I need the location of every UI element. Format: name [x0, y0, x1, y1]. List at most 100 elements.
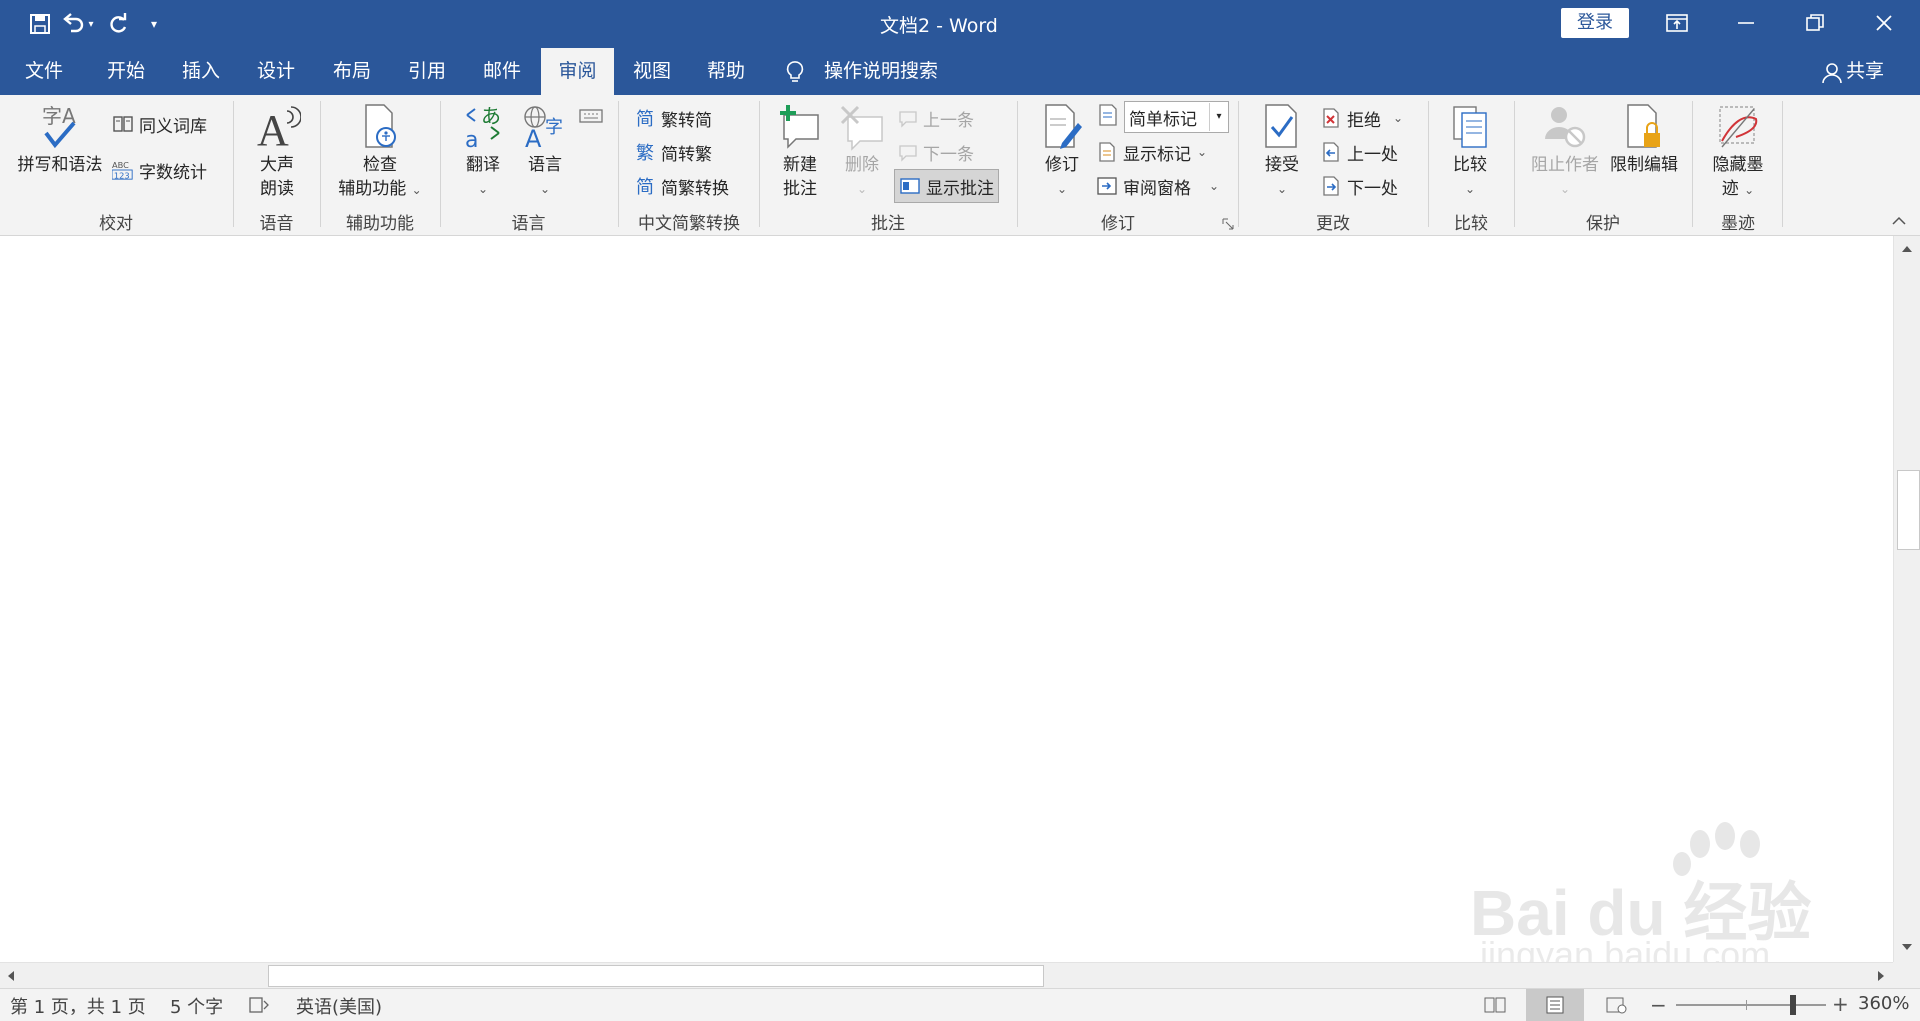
previous-change-button[interactable]: 上一处: [1320, 137, 1398, 167]
delete-comment-icon: [838, 103, 886, 151]
dialog-launcher-icon[interactable]: [1222, 215, 1234, 230]
read-aloud-button[interactable]: A 大声 朗读: [244, 103, 310, 201]
document-canvas[interactable]: Bai du 经验 jingyan.baidu.com: [0, 236, 1893, 975]
restore-icon[interactable]: [1804, 12, 1830, 36]
simplified-to-traditional-label: 简转繁: [661, 144, 712, 165]
chinese-conversion-button[interactable]: 简 简繁转换: [634, 171, 729, 201]
zoom-out-icon[interactable]: −: [1650, 993, 1667, 1017]
keyboard-icon[interactable]: [578, 105, 604, 125]
print-layout-button[interactable]: [1526, 989, 1584, 1021]
new-comment-button[interactable]: 新建 批注: [770, 103, 830, 201]
chevron-down-icon: ▾: [1209, 103, 1228, 131]
tab-home[interactable]: 开始: [92, 48, 160, 95]
next-change-icon: [1320, 175, 1342, 197]
minimize-icon[interactable]: [1735, 12, 1761, 36]
vertical-scroll-thumb[interactable]: [1897, 470, 1920, 550]
svg-text:字: 字: [545, 117, 563, 138]
scroll-down-icon[interactable]: [1897, 938, 1917, 956]
markup-select[interactable]: 简单标记 ▾: [1124, 101, 1229, 133]
close-icon[interactable]: [1873, 12, 1899, 36]
page-count[interactable]: 第 1 页，共 1 页: [10, 993, 146, 1019]
tab-help[interactable]: 帮助: [692, 48, 760, 95]
check-accessibility-button[interactable]: 检查 辅助功能 ⌄: [330, 103, 430, 202]
tracking-group-label: 修订: [1101, 214, 1135, 234]
reject-button[interactable]: 拒绝 ⌄: [1320, 103, 1403, 133]
read-aloud-icon: A: [253, 103, 302, 155]
previous-comment-icon: [896, 107, 918, 129]
horizontal-scrollbar[interactable]: [0, 962, 1893, 989]
zoom-level[interactable]: 360%: [1858, 993, 1909, 1014]
chevron-down-icon: ⌄: [477, 182, 489, 196]
markup-display-icon: [1096, 103, 1120, 131]
spelling-grammar-button[interactable]: 字A 拼写和语法: [12, 103, 108, 177]
show-comments-toggle[interactable]: 显示批注: [894, 169, 999, 203]
tell-me-search[interactable]: 操作说明搜索: [824, 48, 974, 95]
reviewing-pane-icon: [1096, 175, 1118, 197]
language-globe-icon: A字: [521, 103, 569, 153]
reviewing-pane-button[interactable]: 审阅窗格 ⌄: [1096, 171, 1219, 201]
redo-icon[interactable]: [104, 10, 132, 38]
scroll-corner: [1893, 962, 1920, 988]
traditional-to-simplified-button[interactable]: 简 繁转简: [634, 103, 712, 133]
language-button[interactable]: A字 语言 ⌄: [515, 103, 575, 201]
accept-button[interactable]: 接受 ⌄: [1252, 103, 1312, 201]
show-comments-label: 显示批注: [926, 178, 994, 199]
restrict-editing-button[interactable]: 限制编辑: [1606, 103, 1682, 177]
chevron-down-icon: ⌄: [1209, 179, 1220, 193]
show-markup-label: 显示标记: [1123, 144, 1191, 165]
language-label: 语言: [528, 155, 562, 175]
tab-design[interactable]: 设计: [242, 48, 310, 95]
thesaurus-button[interactable]: 同义词库: [112, 109, 207, 139]
tab-layout[interactable]: 布局: [318, 48, 386, 95]
web-layout-icon[interactable]: [1604, 995, 1628, 1015]
collapse-ribbon-icon[interactable]: [1890, 213, 1908, 229]
scroll-up-icon[interactable]: [1897, 240, 1917, 258]
chevron-down-icon: ⌄: [539, 182, 551, 196]
next-comment-button[interactable]: 下一条: [896, 137, 974, 167]
person-icon: [1821, 61, 1843, 85]
next-change-button[interactable]: 下一处: [1320, 171, 1398, 201]
proofing-status-icon[interactable]: [248, 995, 270, 1015]
language-group-label: 语言: [511, 214, 546, 234]
share-button[interactable]: 共享: [1846, 48, 1896, 95]
customize-qat-icon[interactable]: ▾: [140, 10, 168, 38]
tab-review[interactable]: 审阅: [541, 48, 614, 95]
track-changes-icon: [1040, 103, 1084, 151]
word-count[interactable]: 5 个字: [170, 993, 223, 1019]
ribbon-display-options-icon[interactable]: [1665, 12, 1693, 36]
chevron-down-icon: ⌄: [1464, 182, 1476, 196]
tab-file[interactable]: 文件: [10, 48, 78, 95]
block-authors-button[interactable]: 阻止作者 ⌄: [1524, 103, 1606, 201]
book-icon: [112, 113, 134, 135]
previous-comment-button[interactable]: 上一条: [896, 103, 974, 133]
save-icon[interactable]: [26, 10, 54, 38]
login-button[interactable]: 登录: [1561, 8, 1629, 38]
zoom-slider[interactable]: [1676, 1004, 1826, 1006]
zoom-in-icon[interactable]: +: [1832, 992, 1849, 1016]
show-markup-button[interactable]: 显示标记 ⌄: [1096, 137, 1207, 167]
translate-button[interactable]: あa 翻译 ⌄: [454, 103, 512, 201]
chevron-down-icon: ⌄: [1744, 183, 1755, 197]
scroll-right-icon[interactable]: [1870, 967, 1890, 985]
vertical-scrollbar[interactable]: [1893, 236, 1920, 962]
hide-ink-label-1: 隐藏墨: [1712, 155, 1764, 175]
read-mode-icon[interactable]: [1483, 995, 1507, 1015]
zoom-slider-thumb[interactable]: [1790, 995, 1796, 1015]
tab-mailings[interactable]: 邮件: [468, 48, 536, 95]
undo-icon[interactable]: ▾: [58, 10, 98, 38]
ribbon-tabs: 文件 开始 插入 设计 布局 引用 邮件 审阅 视图 帮助 操作说明搜索 共享: [0, 48, 1920, 95]
hide-ink-label-2: 迹: [1721, 179, 1739, 199]
track-changes-button[interactable]: 修订 ⌄: [1032, 103, 1092, 201]
tab-references[interactable]: 引用: [393, 48, 461, 95]
hide-ink-button[interactable]: 隐藏墨 迹 ⌄: [1702, 103, 1774, 202]
track-changes-label: 修订: [1045, 155, 1079, 175]
simplified-to-traditional-button[interactable]: 繁 简转繁: [634, 137, 712, 167]
delete-comment-button[interactable]: 删除 ⌄: [832, 103, 892, 201]
horizontal-scroll-thumb[interactable]: [268, 965, 1044, 987]
tab-insert[interactable]: 插入: [167, 48, 235, 95]
language-status[interactable]: 英语(美国): [296, 993, 382, 1019]
word-count-button[interactable]: ABC 123 字数统计: [112, 155, 207, 185]
compare-button[interactable]: 比较 ⌄: [1438, 103, 1502, 201]
tab-view[interactable]: 视图: [618, 48, 686, 95]
scroll-left-icon[interactable]: [2, 967, 22, 985]
